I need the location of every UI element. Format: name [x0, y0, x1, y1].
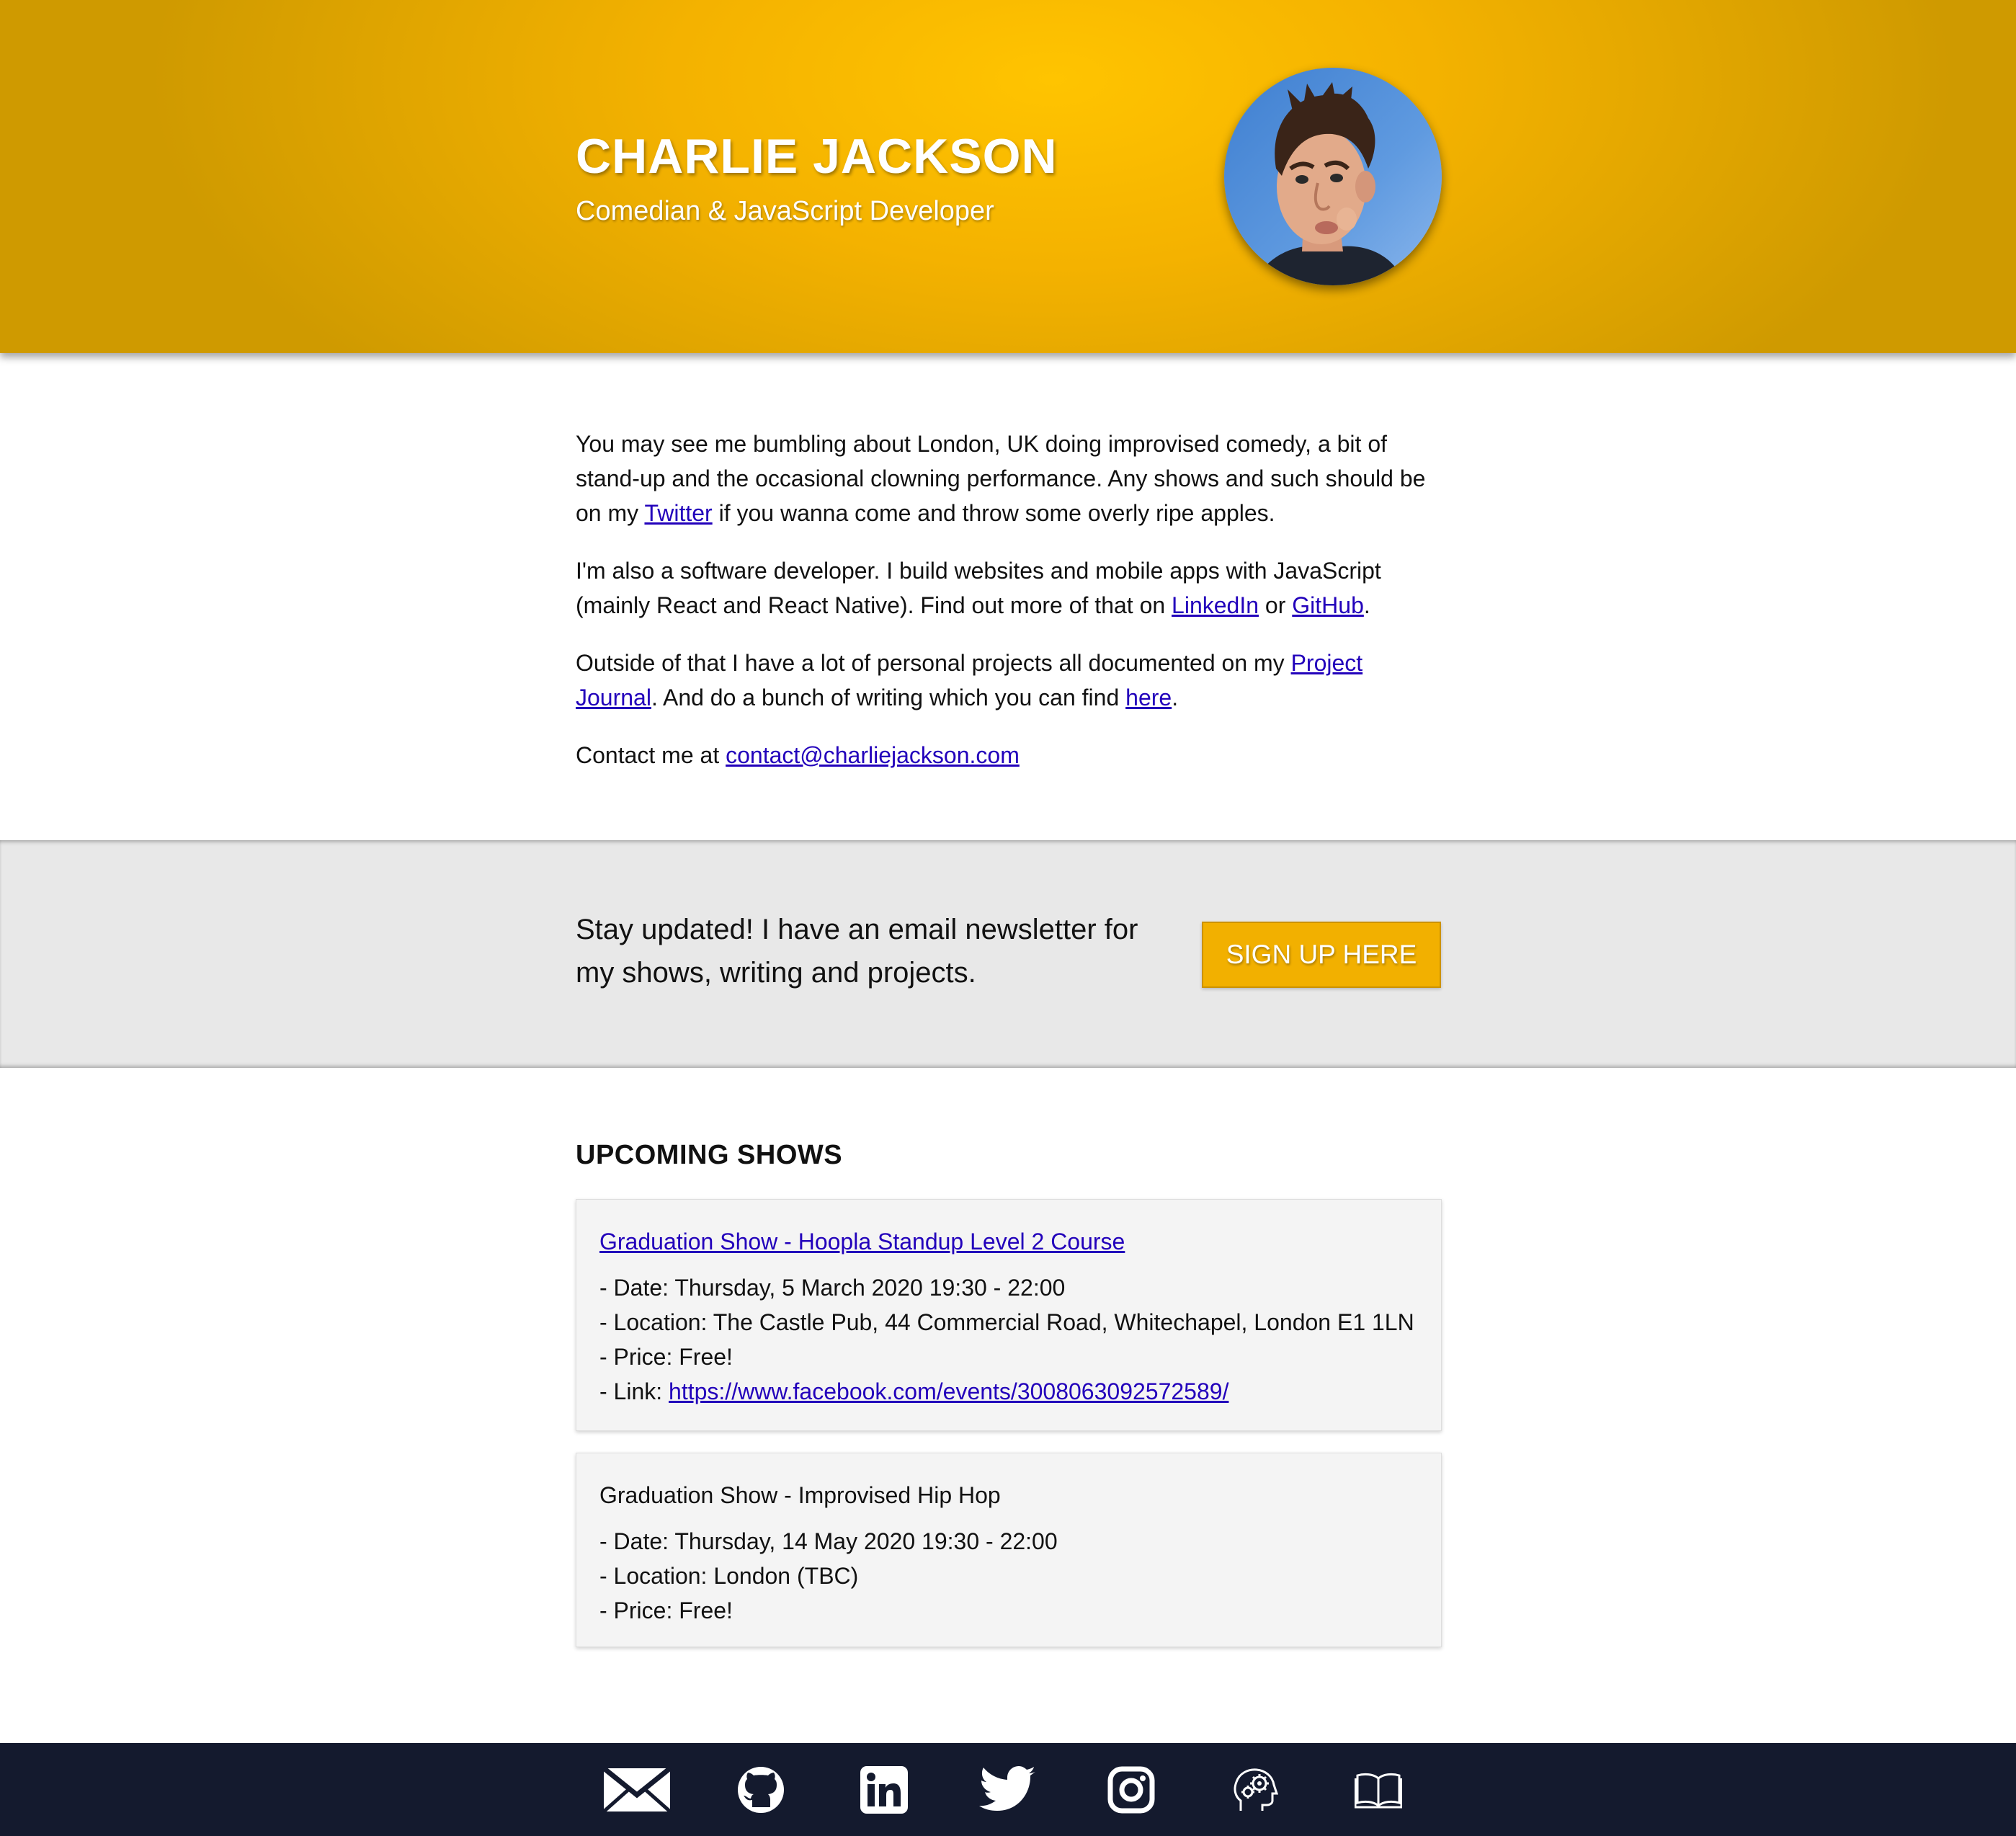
- show-title: Graduation Show - Improvised Hip Hop: [599, 1482, 1001, 1508]
- shows-heading: UPCOMING SHOWS: [576, 1140, 843, 1170]
- show-link-row: - Link: https://www.facebook.com/events/…: [599, 1378, 1229, 1404]
- about-section: You may see me bumbling about London, UK…: [0, 353, 2016, 840]
- newsletter-text: Stay updated! I have an email newsletter…: [576, 914, 1138, 989]
- linkedin-link[interactable]: LinkedIn: [1172, 592, 1259, 618]
- about-paragraph-comedy: You may see me bumbling about London, UK…: [576, 431, 1426, 526]
- writing-link[interactable]: here: [1125, 685, 1172, 710]
- linkedin-icon[interactable]: [844, 1743, 924, 1836]
- sign-up-button[interactable]: SIGN UP HERE: [1202, 922, 1441, 988]
- show-location: - Location: London (TBC): [599, 1563, 859, 1589]
- show-date: - Date: Thursday, 5 March 2020 19:30 - 2…: [599, 1275, 1066, 1301]
- contact-email-link[interactable]: contact@charliejackson.com: [726, 742, 1020, 768]
- portrait-photo-icon: [1224, 68, 1442, 285]
- twitter-icon[interactable]: [968, 1743, 1048, 1836]
- github-link[interactable]: GitHub: [1292, 592, 1364, 618]
- show-card: Graduation Show - Improvised Hip Hop - D…: [576, 1453, 1442, 1647]
- site-footer: [0, 1743, 2016, 1836]
- writing-book-icon[interactable]: [1339, 1743, 1418, 1836]
- page-title: CHARLIE JACKSON: [576, 129, 1058, 184]
- upcoming-shows-section: UPCOMING SHOWS Graduation Show - Hoopla …: [0, 1068, 2016, 1743]
- site-header: CHARLIE JACKSON Comedian & JavaScript De…: [0, 0, 2016, 353]
- page-subtitle: Comedian & JavaScript Developer: [576, 196, 994, 226]
- about-paragraph-contact: Contact me at contact@charliejackson.com: [576, 742, 1020, 768]
- twitter-link[interactable]: Twitter: [644, 500, 712, 526]
- avatar: [1224, 68, 1442, 285]
- show-event-link[interactable]: https://www.facebook.com/events/30080630…: [669, 1378, 1228, 1404]
- show-title-link[interactable]: Graduation Show - Hoopla Standup Level 2…: [599, 1224, 1125, 1259]
- show-card: Graduation Show - Hoopla Standup Level 2…: [576, 1199, 1442, 1431]
- show-price: - Price: Free!: [599, 1344, 733, 1370]
- github-icon[interactable]: [721, 1743, 800, 1836]
- show-location: - Location: The Castle Pub, 44 Commercia…: [599, 1309, 1414, 1335]
- email-icon[interactable]: [597, 1743, 677, 1836]
- projects-brain-gear-icon[interactable]: [1215, 1743, 1294, 1836]
- show-details: - Date: Thursday, 14 May 2020 19:30 - 22…: [599, 1524, 1058, 1628]
- newsletter-section: Stay updated! I have an email newsletter…: [0, 840, 2016, 1068]
- about-paragraph-developer: I'm also a software developer. I build w…: [576, 558, 1381, 618]
- show-date: - Date: Thursday, 14 May 2020 19:30 - 22…: [599, 1528, 1058, 1554]
- about-paragraph-projects: Outside of that I have a lot of personal…: [576, 650, 1363, 710]
- show-price: - Price: Free!: [599, 1597, 733, 1623]
- instagram-icon[interactable]: [1092, 1743, 1171, 1836]
- show-details: - Date: Thursday, 5 March 2020 19:30 - 2…: [599, 1270, 1414, 1409]
